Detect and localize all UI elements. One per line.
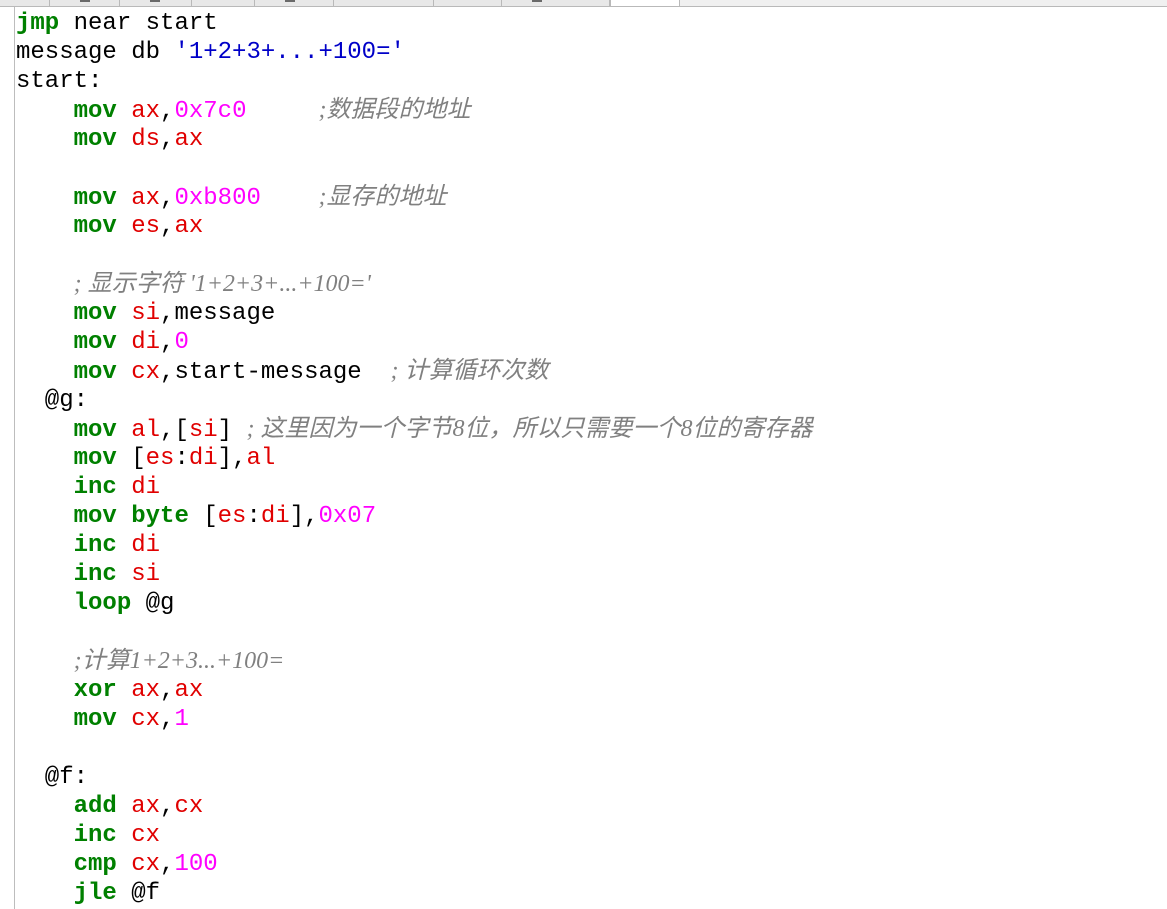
code-line[interactable]: cmp cx,100 xyxy=(16,850,812,879)
tab-5[interactable] xyxy=(255,0,334,6)
tab-7[interactable] xyxy=(434,0,502,6)
code-line[interactable]: mov es,ax xyxy=(16,212,812,241)
code-line[interactable] xyxy=(16,618,812,647)
code-line[interactable]: inc di xyxy=(16,531,812,560)
tab-strip xyxy=(0,0,1167,7)
code-line[interactable]: ; 显示字符 '1+2+3+...+100=' xyxy=(16,270,812,299)
code-line[interactable]: inc si xyxy=(16,560,812,589)
tab-3[interactable] xyxy=(120,0,192,6)
code-line[interactable]: xor ax,ax xyxy=(16,676,812,705)
code-line[interactable]: mov ds,ax xyxy=(16,125,812,154)
code-line[interactable]: mov ax,0xb800 ;显存的地址 xyxy=(16,183,812,212)
tab-4[interactable] xyxy=(192,0,255,6)
code-line[interactable]: mov byte [es:di],0x07 xyxy=(16,502,812,531)
tab-close-icon xyxy=(80,0,90,2)
code-line[interactable] xyxy=(16,154,812,183)
code-line[interactable]: @f: xyxy=(16,763,812,792)
tab-2[interactable] xyxy=(50,0,120,6)
code-line[interactable]: mov di,0 xyxy=(16,328,812,357)
code-line[interactable]: mov cx,1 xyxy=(16,705,812,734)
code-line[interactable]: mov ax,0x7c0 ;数据段的地址 xyxy=(16,96,812,125)
tab-close-icon xyxy=(150,0,160,2)
tab-8[interactable] xyxy=(502,0,610,6)
code-line[interactable] xyxy=(16,734,812,763)
code-line[interactable]: jle @f xyxy=(16,879,812,908)
tab-active[interactable] xyxy=(610,0,680,6)
tab-close-icon xyxy=(285,0,295,2)
code-line[interactable]: mov cx,start-message ; 计算循环次数 xyxy=(16,357,812,386)
code-line[interactable]: inc di xyxy=(16,473,812,502)
code-line[interactable] xyxy=(16,241,812,270)
tab-close-icon xyxy=(532,0,542,2)
code-line[interactable]: @g: xyxy=(16,386,812,415)
code-line[interactable]: message db '1+2+3+...+100=' xyxy=(16,38,812,67)
editor-window: jmp near start message db '1+2+3+...+100=… xyxy=(0,0,1167,909)
fold-margin[interactable] xyxy=(0,7,15,909)
code-editor[interactable]: jmp near start message db '1+2+3+...+100=… xyxy=(16,9,812,908)
code-line[interactable]: mov al,[si] ; 这里因为一个字节8位，所以只需要一个8位的寄存器 xyxy=(16,415,813,444)
tab-1[interactable] xyxy=(0,0,50,6)
code-line[interactable]: inc cx xyxy=(16,821,812,850)
code-line[interactable]: jmp near start xyxy=(16,9,812,38)
code-line[interactable]: add ax,cx xyxy=(16,792,812,821)
code-line[interactable]: mov [es:di],al xyxy=(16,444,812,473)
code-line[interactable]: mov si,message xyxy=(16,299,812,328)
code-line[interactable]: loop @g xyxy=(16,589,812,618)
code-line[interactable]: ;计算1+2+3...+100= xyxy=(16,647,812,676)
code-line[interactable]: start: xyxy=(16,67,812,96)
tab-6[interactable] xyxy=(334,0,434,6)
